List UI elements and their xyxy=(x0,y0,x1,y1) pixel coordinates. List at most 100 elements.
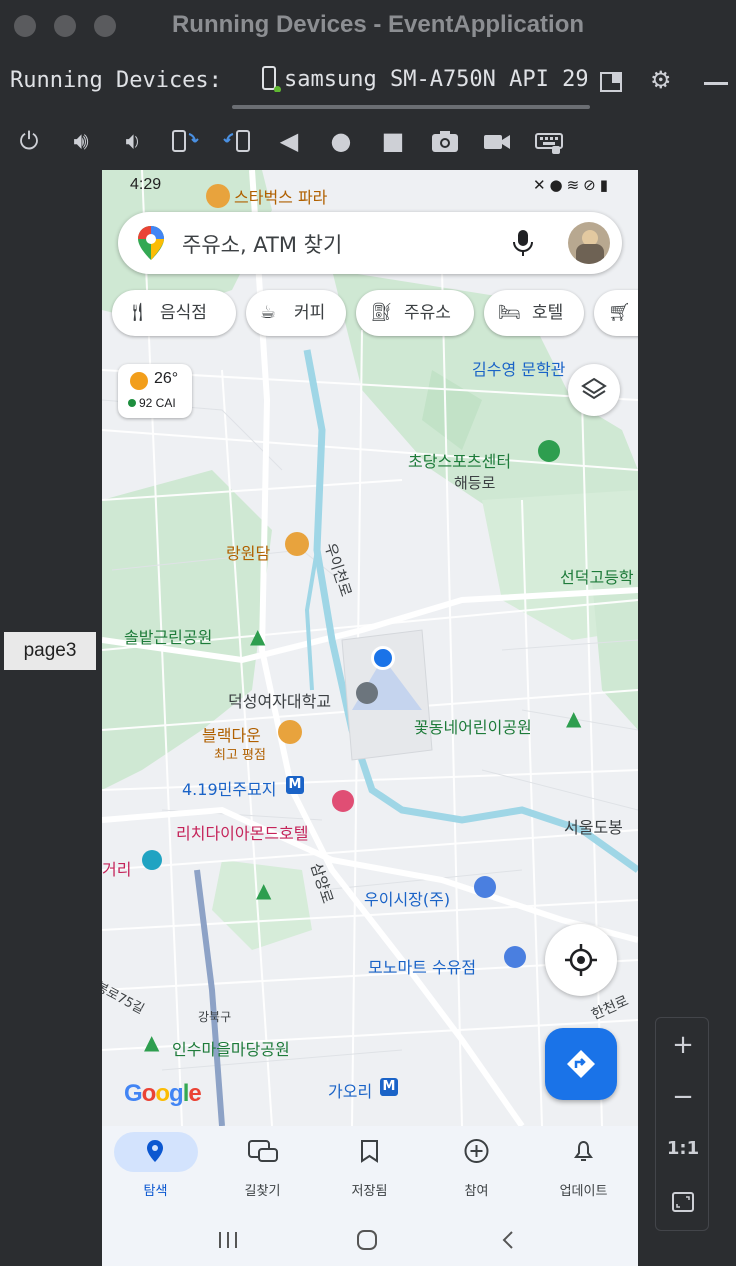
label-wooi-market[interactable]: 우이시장(주) xyxy=(364,886,450,910)
zoom-actual-size-button[interactable]: 1:1 xyxy=(656,1138,710,1159)
zoom-controls: + − 1:1 xyxy=(655,1017,709,1231)
gas-station-icon: ⛽︎ xyxy=(370,302,393,323)
restaurant-pin-icon[interactable] xyxy=(285,532,309,556)
avatar[interactable] xyxy=(568,222,610,264)
chip-coffee[interactable]: ☕︎ 커피 xyxy=(246,290,346,336)
chip-gas-station[interactable]: ⛽︎ 주유소 xyxy=(356,290,474,336)
back-button[interactable] xyxy=(488,1220,538,1260)
label-rangwon[interactable]: 랑원담 xyxy=(226,540,270,564)
shopping-cart-icon: 🛒︎ xyxy=(608,302,631,323)
weather-card[interactable]: 26° 92 CAI xyxy=(118,364,192,418)
park-tree-icon-2: ▲ xyxy=(566,706,582,730)
directions-button[interactable] xyxy=(545,1028,617,1100)
my-location-button[interactable] xyxy=(545,924,617,996)
label-monomart[interactable]: 모노마트 수유점 xyxy=(368,954,476,978)
bell-icon xyxy=(574,1140,593,1161)
cafe-pin-blackdown-icon[interactable] xyxy=(278,720,302,744)
sports-pin-icon[interactable] xyxy=(538,440,560,462)
status-time: 4:29 xyxy=(130,176,162,193)
hotel-pin-icon[interactable] xyxy=(332,790,354,812)
chip-restaurant[interactable]: 🍴︎ 음식점 xyxy=(112,290,236,336)
label-seouldobong: 서울도봉 xyxy=(564,818,623,837)
gear-icon[interactable]: ⚙ xyxy=(650,66,672,94)
air-quality: 92 CAI xyxy=(128,396,176,410)
label-richi[interactable]: 리치다이아몬드호텔 xyxy=(176,820,308,844)
label-seondeok[interactable]: 선덕고등학 xyxy=(560,564,634,588)
label-geori: 거리 xyxy=(102,860,132,879)
label-insu[interactable]: 인수마을마당공원 xyxy=(172,1036,290,1060)
rotate-right-icon[interactable] xyxy=(222,126,252,156)
zoom-out-button[interactable]: − xyxy=(656,1082,710,1112)
devices-bar: Running Devices: samsung SM-A750N API 29… xyxy=(0,52,736,110)
maps-pin-icon xyxy=(138,226,164,260)
fit-screen-icon[interactable] xyxy=(656,1190,710,1221)
crosshair-icon xyxy=(565,944,597,976)
search-bar[interactable]: 주유소, ATM 찾기 xyxy=(118,212,622,274)
page-label: page3 xyxy=(4,632,96,670)
park-tree-icon-3: ▲ xyxy=(256,878,272,902)
add-circle-icon xyxy=(464,1139,489,1163)
volume-up-icon[interactable]: 🔊︎ xyxy=(66,126,96,156)
label-blackdown-sub: 최고 평점 xyxy=(214,748,266,763)
label-duksung[interactable]: 덕성여자대학교 xyxy=(228,688,331,712)
nav-saved[interactable]: 저장됨 xyxy=(316,1126,423,1210)
title-bar: Running Devices - EventApplication xyxy=(0,0,736,52)
label-kimsuyoung[interactable]: 김수영 문학관 xyxy=(472,356,565,380)
shopping-pin-icon[interactable] xyxy=(474,876,496,898)
zoom-in-button[interactable]: + xyxy=(656,1030,710,1060)
power-icon[interactable]: ⏻ xyxy=(14,126,44,156)
map-view[interactable]: M M ▲ ▲ ▲ ▲ 스타벅스 파라 김수영 문학관 초당스포츠센터 해등로 … xyxy=(102,170,638,1128)
mart-pin-icon[interactable] xyxy=(504,946,526,968)
device-screen[interactable]: M M ▲ ▲ ▲ ▲ 스타벅스 파라 김수영 문학관 초당스포츠센터 해등로 … xyxy=(102,170,638,1266)
window-title: Running Devices - EventApplication xyxy=(171,11,585,38)
screenshot-icon[interactable] xyxy=(430,126,460,156)
devices-label: Running Devices: xyxy=(10,68,222,93)
nav-commute[interactable]: 길찾기 xyxy=(209,1126,316,1210)
phone-icon xyxy=(262,66,281,92)
park-tree-icon: ▲ xyxy=(250,624,266,648)
nav-explore[interactable]: 탐색 xyxy=(102,1126,209,1210)
volume-down-icon[interactable]: 🔉︎ xyxy=(118,126,148,156)
weather-temp: 26° xyxy=(154,370,179,387)
nav-contribute[interactable]: 참여 xyxy=(423,1126,530,1210)
coffee-icon: ☕︎ xyxy=(260,302,277,323)
search-input[interactable]: 주유소, ATM 찾기 xyxy=(182,229,342,259)
device-tab[interactable]: samsung SM-A750N API 29 xyxy=(262,66,587,92)
park-tree-icon-4: ▲ xyxy=(144,1030,160,1054)
subway-419-icon[interactable]: M xyxy=(286,776,304,794)
university-pin-icon[interactable] xyxy=(356,682,378,704)
label-blackdown[interactable]: 블랙다운 xyxy=(202,722,261,746)
google-logo: Google xyxy=(124,1080,202,1107)
label-gaori[interactable]: 가오리 xyxy=(328,1078,372,1102)
system-nav-bar xyxy=(102,1210,638,1266)
status-icons: ✕●≋⊘▮ xyxy=(532,176,612,194)
mic-icon[interactable] xyxy=(512,228,534,258)
overview-icon[interactable]: ■ xyxy=(378,126,408,156)
subway-gaori-icon[interactable]: M xyxy=(380,1078,398,1096)
home-button[interactable] xyxy=(342,1220,392,1260)
category-chips: 🍴︎ 음식점 ☕︎ 커피 ⛽︎ 주유소 🛏︎ 호텔 🛒︎ xyxy=(112,290,638,338)
tab-scrollbar[interactable] xyxy=(232,105,590,109)
camera-pin-icon[interactable] xyxy=(142,850,162,870)
chip-shopping[interactable]: 🛒︎ xyxy=(594,290,638,336)
home-icon[interactable]: ● xyxy=(326,126,356,156)
emulator-window: Running Devices - EventApplication Runni… xyxy=(0,0,736,1266)
nav-updates[interactable]: 업데이트 xyxy=(530,1126,637,1210)
rotate-left-icon[interactable] xyxy=(170,126,200,156)
layers-button[interactable] xyxy=(568,364,620,416)
minimize-panel-icon[interactable] xyxy=(704,82,728,85)
label-solbat[interactable]: 솔밭근린공원 xyxy=(124,624,212,648)
label-station419[interactable]: 4.19민주묘지 xyxy=(182,776,277,800)
hotel-icon: 🛏︎ xyxy=(498,302,521,323)
chip-hotel[interactable]: 🛏︎ 호텔 xyxy=(484,290,584,336)
label-chodang[interactable]: 초당스포츠센터 xyxy=(408,448,511,472)
label-kkotdong[interactable]: 꽃동네어린이공원 xyxy=(414,714,532,738)
back-icon[interactable]: ◀ xyxy=(274,126,304,156)
recents-button[interactable] xyxy=(202,1220,252,1260)
keyboard-icon[interactable] xyxy=(534,126,564,156)
layers-icon xyxy=(581,377,607,400)
device-toolbar: ⏻ 🔊︎ 🔉︎ ◀ ● ■ xyxy=(0,110,736,170)
screen-record-icon[interactable] xyxy=(482,126,512,156)
layout-icon[interactable] xyxy=(600,72,622,92)
bottom-nav: 탐색 길찾기 저장됨 참여 업데이트 xyxy=(102,1126,638,1210)
